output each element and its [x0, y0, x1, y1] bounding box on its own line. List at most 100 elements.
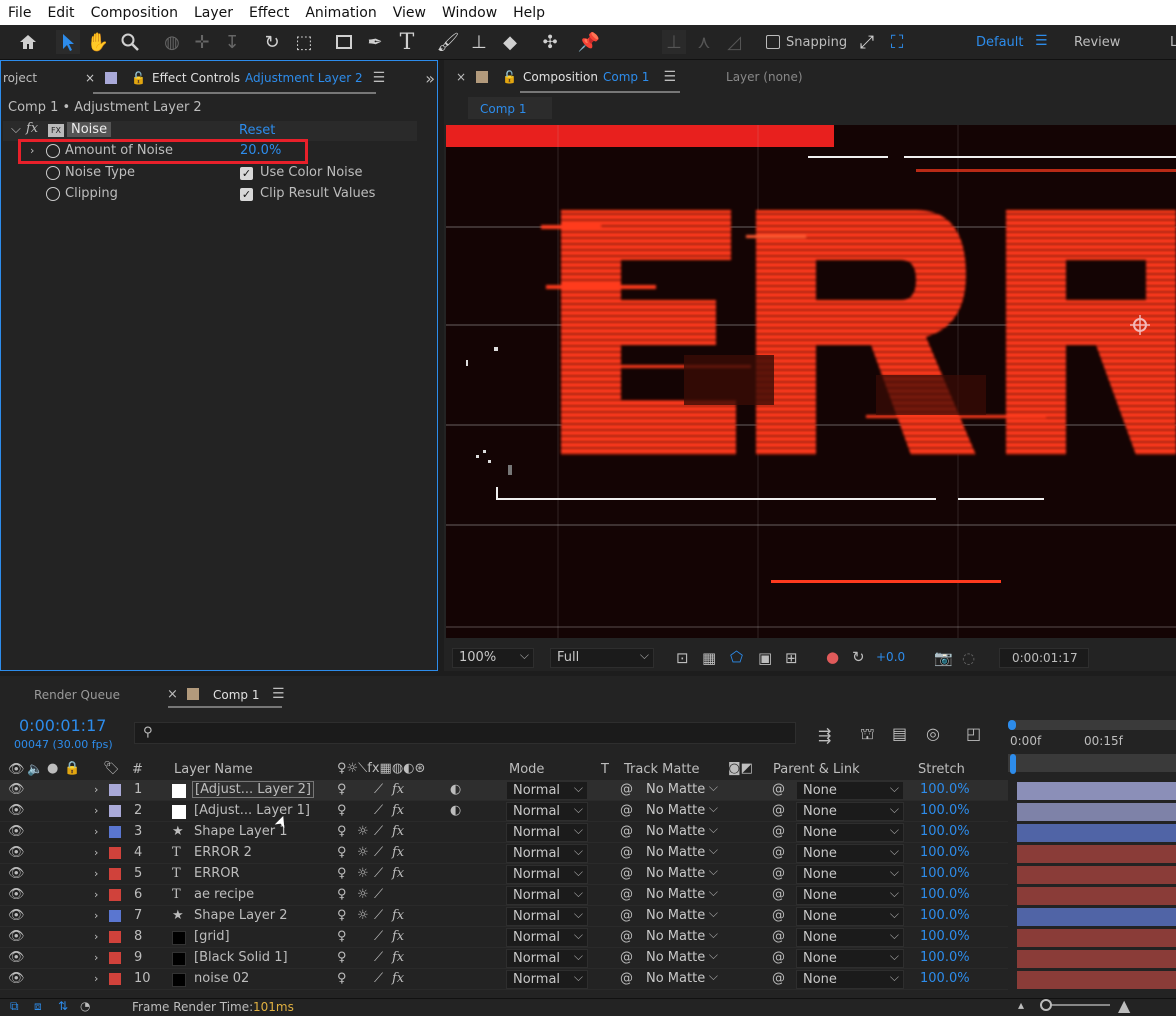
label-color-swatch[interactable] [109, 910, 121, 922]
video-visibility-icon[interactable]: 👁 [8, 929, 25, 944]
fx-switch-icon[interactable]: fx [392, 950, 404, 965]
track-matte-dropdown[interactable]: No Matte [640, 863, 722, 884]
rotate-tool-icon[interactable]: ↻ [260, 30, 284, 54]
fx-switch-icon[interactable]: fx [392, 971, 404, 986]
parent-pickwhip-icon[interactable]: @ [772, 845, 785, 860]
expand-chevron-icon[interactable]: › [94, 825, 98, 838]
expand-chevron-icon[interactable]: › [94, 888, 98, 901]
column-parent[interactable]: Parent & Link [773, 762, 860, 777]
reset-exposure-icon[interactable]: ↻ [852, 648, 865, 666]
video-visibility-icon[interactable]: 👁 [8, 887, 25, 902]
quality-switch-icon[interactable]: ⟋ [374, 782, 383, 797]
tab-project[interactable]: roject [3, 71, 37, 85]
layer-row[interactable]: 👁 › 7 ★ Shape Layer 2 ♀ ☼ ⟋ fx Normal @ No Matte @ No… [0, 905, 1008, 927]
layer-duration-bar[interactable] [1017, 866, 1176, 884]
pan-tool-icon[interactable]: ✛ [190, 30, 214, 54]
menu-effect[interactable]: Effect [241, 5, 297, 21]
tab-layer[interactable]: Layer (none) [726, 70, 803, 84]
expand-chevron-icon[interactable]: › [94, 951, 98, 964]
stretch-value[interactable]: 100.0% [920, 803, 970, 818]
parent-pickwhip-icon[interactable]: @ [772, 866, 785, 881]
column-stretch[interactable]: Stretch [918, 762, 965, 777]
layer-name[interactable]: [Adjust... Layer 1] [194, 803, 310, 818]
blend-mode-dropdown[interactable]: Normal [506, 864, 588, 884]
tab-effect-controls[interactable]: Effect Controls [152, 71, 240, 85]
blend-mode-dropdown[interactable]: Normal [506, 927, 588, 947]
video-visibility-icon[interactable]: 👁 [8, 824, 25, 839]
layer-duration-bar[interactable] [1017, 887, 1176, 905]
matte-switch-header-icon[interactable]: ◙◩ [728, 761, 753, 776]
fx-toggle-icon[interactable]: fx [26, 121, 38, 136]
fx-switch-icon[interactable]: fx [392, 866, 404, 881]
use-color-noise-checkbox[interactable]: ✓ [240, 167, 253, 180]
pickwhip-icon[interactable]: @ [620, 887, 633, 902]
layer-row[interactable]: 👁 › 9 [Black Solid 1] ♀ ⟋ fx Normal @ No Matte @ No… [0, 947, 1008, 969]
label-header-icon[interactable]: 🏷 [103, 761, 120, 776]
layer-search-input[interactable]: ⚲ [134, 722, 796, 744]
rectangle-tool-icon[interactable] [332, 30, 356, 54]
expand-switches-icon[interactable]: ⧈ [34, 999, 42, 1014]
tab-comp-1[interactable]: Comp 1 [213, 688, 259, 702]
expand-chevron-icon[interactable]: › [94, 867, 98, 880]
current-time-display[interactable]: 0:00:01:17 [19, 716, 106, 735]
track-matte-dropdown[interactable]: No Matte [640, 968, 722, 989]
shy-switch-icon[interactable]: ♀ [337, 950, 347, 965]
parent-dropdown[interactable]: None [796, 906, 904, 926]
layer-row[interactable]: 👁 › 6 Tae recipe ♀ ☼ ⟋ Normal @ No Matte @ None 100.… [0, 884, 1008, 906]
pickwhip-icon[interactable]: @ [620, 782, 633, 797]
parent-dropdown[interactable]: None [796, 969, 904, 989]
stretch-value[interactable]: 100.0% [920, 845, 970, 860]
track-matte-dropdown[interactable]: No Matte [640, 821, 722, 842]
panel-menu-icon[interactable]: ☰ [272, 686, 285, 702]
track-matte-dropdown[interactable]: No Matte [640, 947, 722, 968]
shy-switch-icon[interactable]: ♀ [337, 782, 347, 797]
region-of-interest-icon[interactable]: ▣ [758, 649, 772, 667]
pickwhip-icon[interactable]: @ [620, 803, 633, 818]
layer-row[interactable]: 👁 › 2 [Adjust... Layer 1] ♀ ⟋ fx ◐ Normal @ No Mat… [0, 800, 1008, 822]
home-icon[interactable] [16, 30, 40, 54]
fx-switch-icon[interactable]: fx [392, 824, 404, 839]
camera-snapshot-icon[interactable]: 📷 [934, 649, 953, 667]
track-matte-dropdown[interactable]: No Matte [640, 800, 722, 821]
layer-name[interactable]: ERROR [194, 866, 240, 881]
column-layer-name[interactable]: Layer Name [174, 762, 253, 777]
zoom-tool-icon[interactable] [118, 30, 142, 54]
track-matte-dropdown[interactable]: No Matte [640, 842, 722, 863]
layer-duration-bar[interactable] [1017, 950, 1176, 968]
orbit-tool-icon[interactable]: ◍ [160, 30, 184, 54]
video-visibility-icon[interactable]: 👁 [8, 971, 25, 986]
stretch-value[interactable]: 100.0% [920, 824, 970, 839]
close-icon[interactable]: × [167, 687, 178, 702]
parent-dropdown[interactable]: None [796, 885, 904, 905]
frame-blending-icon[interactable]: ▤ [892, 724, 907, 743]
viewer-timecode[interactable]: 0:00:01:17 [999, 648, 1089, 668]
eraser-tool-icon[interactable]: ◆ [498, 30, 522, 54]
video-visibility-icon[interactable]: 👁 [8, 866, 25, 881]
menu-view[interactable]: View [385, 5, 434, 21]
label-color-swatch[interactable] [109, 868, 121, 880]
dolly-tool-icon[interactable]: ↧ [220, 30, 244, 54]
stretch-value[interactable]: 100.0% [920, 908, 970, 923]
expand-chevron-icon[interactable]: › [94, 972, 98, 985]
fx-switch-icon[interactable]: fx [392, 845, 404, 860]
layer-row[interactable]: 👁›3★Shape Layer 1♀☼⟋fxNormal@No Matte@No… [0, 821, 1008, 843]
zoom-slider-thumb[interactable] [1040, 999, 1052, 1011]
menu-file[interactable]: File [0, 5, 39, 21]
stopwatch-icon[interactable] [46, 187, 60, 201]
track-matte-dropdown[interactable]: No Matte [640, 926, 722, 947]
quality-switch-icon[interactable]: ⟋ [374, 803, 383, 818]
work-area-start-handle[interactable] [1008, 720, 1016, 730]
stretch-value[interactable]: 100.0% [920, 887, 970, 902]
layer-duration-bar[interactable] [1017, 824, 1176, 842]
fx-switch-icon[interactable]: fx [392, 782, 404, 797]
shy-switch-icon[interactable]: ♀ [337, 824, 347, 839]
layer-name[interactable]: [Black Solid 1] [194, 950, 288, 965]
label-color-swatch[interactable] [109, 805, 121, 817]
selection-tool-icon[interactable] [56, 30, 80, 54]
expand-chevron-icon[interactable]: › [94, 909, 98, 922]
workspace-menu-icon[interactable]: ☰ [1035, 33, 1048, 49]
parent-pickwhip-icon[interactable]: @ [772, 971, 785, 986]
pickwhip-icon[interactable]: @ [620, 866, 633, 881]
zoom-in-icon[interactable]: ▲ [1118, 996, 1130, 1015]
layer-duration-bar[interactable] [1017, 845, 1176, 863]
